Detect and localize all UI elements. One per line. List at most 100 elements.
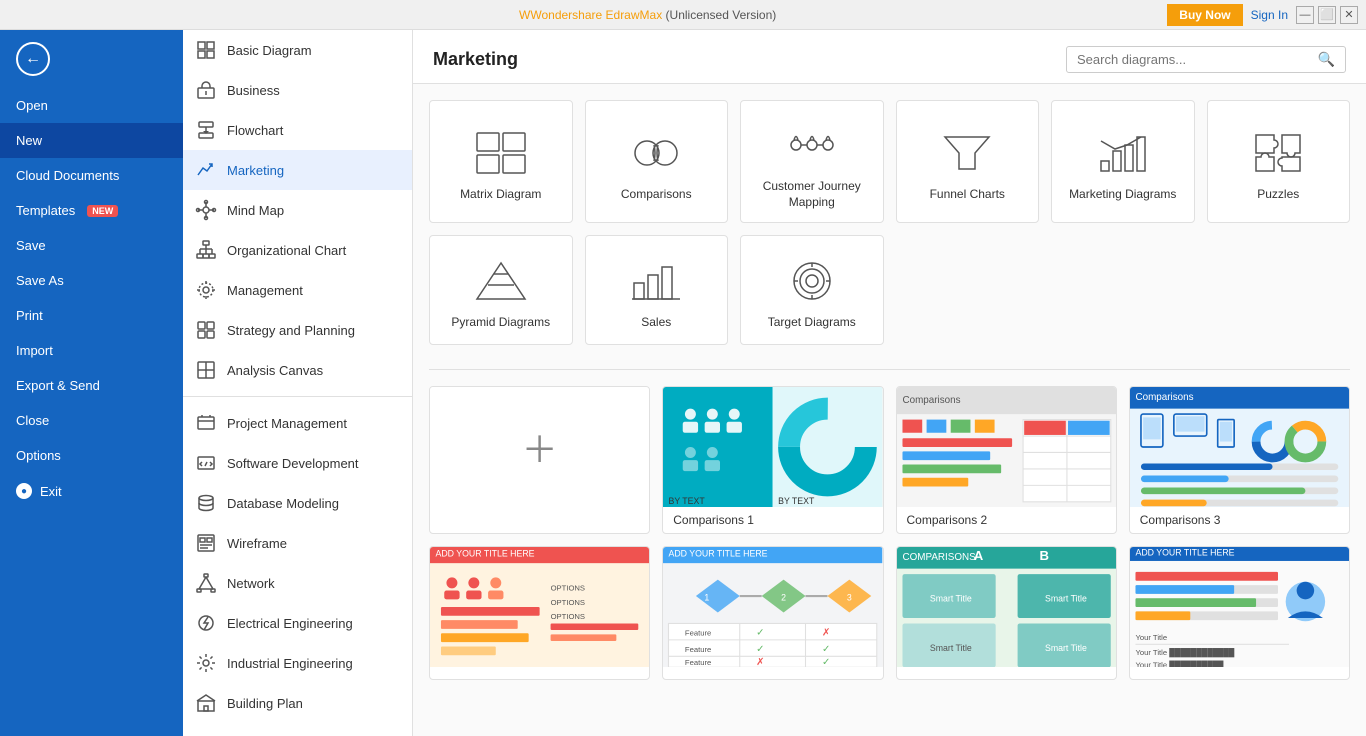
comparisons-2-card[interactable]: Comparisons (896, 386, 1117, 534)
svg-text:Your Title ██████████: Your Title ██████████ (1135, 660, 1224, 667)
comparisons-label: Comparisons (621, 187, 692, 203)
template-type-section: Matrix Diagram Comparisons (413, 84, 1366, 369)
template-card-marketing-diagrams[interactable]: Marketing Diagrams (1051, 100, 1195, 223)
template-card-matrix[interactable]: Matrix Diagram (429, 100, 573, 223)
titlebar: WWondershare EdrawMax (Unlicensed Versio… (0, 0, 1366, 30)
sidebar-item-print[interactable]: Print (0, 298, 183, 333)
main-header: Marketing 🔍 (413, 30, 1366, 84)
sidebar-item-save[interactable]: Save (0, 228, 183, 263)
strategy-icon (195, 319, 217, 341)
comparisons-7-label (1130, 667, 1349, 679)
database-icon (195, 492, 217, 514)
cat-item-orgchart[interactable]: Organizational Chart (183, 230, 412, 270)
svg-text:3: 3 (847, 593, 852, 603)
comparisons-3-card[interactable]: Comparisons (1129, 386, 1350, 534)
comparisons-4-card[interactable]: ADD YOUR TITLE HERE (429, 546, 650, 680)
svg-text:✗: ✗ (822, 628, 830, 639)
svg-text:Your Title ████████████: Your Title ████████████ (1135, 648, 1234, 658)
customer-journey-label: Customer Journey Mapping (753, 179, 871, 210)
saveas-label: Save As (16, 273, 64, 288)
comparisons-1-card[interactable]: BY TEXT BY TEXT Comparisons 1 (662, 386, 883, 534)
cat-item-building[interactable]: Building Plan (183, 683, 412, 723)
sign-in-link[interactable]: Sign In (1251, 8, 1288, 22)
svg-text:OPTIONS: OPTIONS (551, 612, 585, 621)
sidebar-item-templates[interactable]: Templates NEW (0, 193, 183, 228)
sidebar-item-import[interactable]: Import (0, 333, 183, 368)
cat-item-management[interactable]: Management (183, 270, 412, 310)
sidebar-item-open[interactable]: Open (0, 88, 183, 123)
electrical-icon (195, 612, 217, 634)
template-card-puzzles[interactable]: Puzzles (1207, 100, 1351, 223)
sales-label: Sales (641, 315, 671, 331)
sidebar-item-close[interactable]: Close (0, 403, 183, 438)
cat-item-industrial[interactable]: Industrial Engineering (183, 643, 412, 683)
print-label: Print (16, 308, 43, 323)
cat-item-network[interactable]: Network (183, 563, 412, 603)
cat-item-software[interactable]: Software Development (183, 443, 412, 483)
cat-item-wireframe[interactable]: Wireframe (183, 523, 412, 563)
cat-item-analysis[interactable]: Analysis Canvas (183, 350, 412, 390)
main-content-area: Marketing 🔍 (413, 30, 1366, 736)
search-box[interactable]: 🔍 (1066, 46, 1346, 73)
marketing-diagrams-label: Marketing Diagrams (1069, 187, 1176, 203)
matrix-diagram-label: Matrix Diagram (460, 187, 541, 203)
sidebar-item-options[interactable]: Options (0, 438, 183, 473)
template-card-sales[interactable]: Sales (585, 235, 729, 345)
template-card-customer-journey[interactable]: Customer Journey Mapping (740, 100, 884, 223)
flowchart-icon (195, 119, 217, 141)
svg-text:✓: ✓ (756, 628, 764, 639)
plus-icon: ＋ (522, 421, 558, 473)
open-label: Open (16, 98, 48, 113)
search-input[interactable] (1077, 52, 1318, 67)
orgchart-label: Organizational Chart (227, 243, 346, 258)
svg-text:✓: ✓ (756, 644, 764, 655)
comparisons-7-card[interactable]: ADD YOUR TITLE HERE (1129, 546, 1350, 680)
svg-text:Your Title: Your Title (1135, 633, 1167, 642)
sidebar-item-cloud[interactable]: Cloud Documents (0, 158, 183, 193)
minimize-button[interactable]: — (1296, 6, 1314, 24)
comparisons-6-card[interactable]: A B COMPARISONS Smart Title Smart Title … (896, 546, 1117, 680)
template-card-target[interactable]: Target Diagrams (740, 235, 884, 345)
template-type-grid: Matrix Diagram Comparisons (429, 100, 1350, 345)
new-blank-card[interactable]: ＋ (429, 386, 650, 534)
cat-item-database[interactable]: Database Modeling (183, 483, 412, 523)
exit-label: Exit (40, 484, 62, 499)
new-label: New (16, 133, 42, 148)
svg-text:Smart Title: Smart Title (929, 594, 971, 604)
left-sidebar: ← Open New Cloud Documents Templates NEW… (0, 30, 183, 736)
save-label: Save (16, 238, 46, 253)
network-icon (195, 572, 217, 594)
sidebar-item-export[interactable]: Export & Send (0, 368, 183, 403)
matrix-diagram-icon (473, 129, 529, 177)
svg-text:OPTIONS: OPTIONS (551, 598, 585, 607)
comparisons-1-preview: BY TEXT BY TEXT (663, 387, 882, 507)
wireframe-label: Wireframe (227, 536, 287, 551)
cat-item-business[interactable]: Business (183, 70, 412, 110)
svg-text:Comparisons: Comparisons (1135, 392, 1193, 403)
template-card-pyramid[interactable]: Pyramid Diagrams (429, 235, 573, 345)
cat-item-strategy[interactable]: Strategy and Planning (183, 310, 412, 350)
buy-now-button[interactable]: Buy Now (1167, 4, 1242, 26)
svg-text:Feature: Feature (685, 645, 711, 654)
cat-item-marketing[interactable]: Marketing (183, 150, 412, 190)
back-button[interactable]: ← (0, 30, 183, 88)
svg-text:ADD YOUR TITLE HERE: ADD YOUR TITLE HERE (669, 549, 768, 559)
template-card-comparisons[interactable]: Comparisons (585, 100, 729, 223)
cat-item-electrical[interactable]: Electrical Engineering (183, 603, 412, 643)
close-button[interactable]: ✕ (1340, 6, 1358, 24)
maximize-button[interactable]: ⬜ (1318, 6, 1336, 24)
sidebar-item-exit[interactable]: ● Exit (0, 473, 183, 509)
comparisons-5-card[interactable]: ADD YOUR TITLE HERE 1 2 3 (662, 546, 883, 680)
cat-item-mindmap[interactable]: Mind Map (183, 190, 412, 230)
templates-label: Templates (16, 203, 75, 218)
cat-item-project[interactable]: Project Management (183, 403, 412, 443)
svg-text:2: 2 (781, 593, 786, 603)
cat-item-flowchart[interactable]: Flowchart (183, 110, 412, 150)
svg-text:✓: ✓ (822, 657, 830, 667)
sidebar-item-new[interactable]: New (0, 123, 183, 158)
svg-text:Smart Title: Smart Title (929, 643, 971, 653)
basic-diagram-label: Basic Diagram (227, 43, 312, 58)
cat-item-basic[interactable]: Basic Diagram (183, 30, 412, 70)
sidebar-item-saveas[interactable]: Save As (0, 263, 183, 298)
template-card-funnel[interactable]: Funnel Charts (896, 100, 1040, 223)
